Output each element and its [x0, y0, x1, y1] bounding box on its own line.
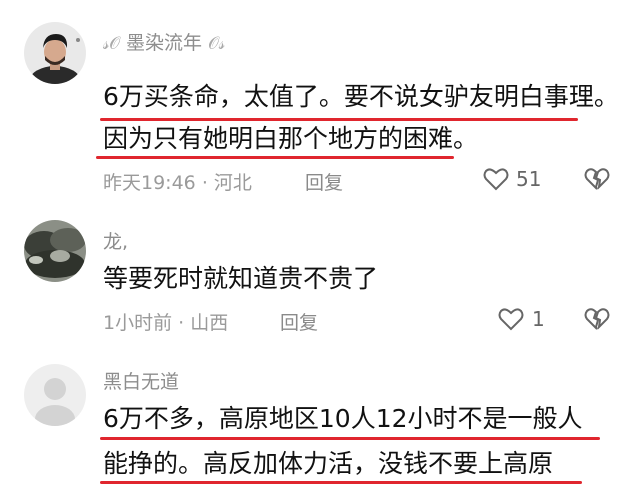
- comment-location: 山西: [190, 312, 229, 334]
- default-user-avatar-icon: [24, 364, 86, 426]
- red-underline: [100, 118, 578, 121]
- avatar[interactable]: [24, 220, 86, 282]
- meta-separator: ·: [201, 172, 208, 194]
- comment-item: 黑白无道 6万不多，高原地区10人12小时不是一般人 能挣的。高反加体力活，没钱…: [0, 353, 640, 495]
- comment-text-line: 能挣的。高反加体力活，没钱不要上高原: [103, 449, 554, 478]
- comment-text-line: 等要死时就知道贵不贵了: [103, 264, 379, 293]
- reply-button[interactable]: 回复: [280, 308, 318, 335]
- comment-time: 1小时前: [103, 312, 173, 334]
- comment-text-line: 6万不多，高原地区10人12小时不是一般人: [103, 404, 583, 433]
- man-portrait-avatar-icon: [24, 22, 86, 84]
- landscape-avatar-icon: [24, 220, 86, 282]
- comment-text-line: 6万买条命，太值了。要不说女驴友明白事理。: [103, 82, 619, 111]
- comment-time: 昨天19:46: [103, 172, 196, 194]
- username-text: 墨染流年: [126, 32, 203, 54]
- red-underline: [96, 156, 454, 159]
- comment-item: 龙, 等要死时就知道贵不贵了 1小时前 · 山西 回复 1: [0, 205, 640, 353]
- comment-location: 河北: [213, 172, 252, 194]
- username[interactable]: 龙,: [103, 227, 128, 254]
- username-decoration: 𝓈𝒪: [103, 34, 120, 54]
- comment-item: 𝓈𝒪 墨染流年 𝒪𝓈 6万买条命，太值了。要不说女驴友明白事理。 因为只有她明白…: [0, 0, 640, 205]
- comment-meta: 1小时前 · 山西: [103, 308, 228, 335]
- heart-like-icon[interactable]: [482, 165, 510, 193]
- username[interactable]: 黑白无道: [103, 367, 179, 394]
- like-count: 51: [516, 167, 542, 191]
- avatar[interactable]: [24, 364, 86, 426]
- broken-heart-dislike-icon[interactable]: [583, 165, 611, 193]
- username-decoration: 𝒪𝓈: [208, 34, 226, 54]
- username[interactable]: 𝓈𝒪 墨染流年 𝒪𝓈: [103, 28, 225, 55]
- reply-button[interactable]: 回复: [305, 168, 343, 195]
- meta-separator: ·: [178, 312, 185, 334]
- comment-meta: 昨天19:46 · 河北: [103, 168, 252, 195]
- heart-like-icon[interactable]: [497, 305, 525, 333]
- comment-text-line: 因为只有她明白那个地方的困难。: [103, 124, 479, 153]
- broken-heart-dislike-icon[interactable]: [583, 305, 611, 333]
- like-count: 1: [532, 307, 545, 331]
- avatar[interactable]: [24, 22, 86, 84]
- red-underline: [100, 481, 582, 484]
- red-underline: [100, 437, 600, 440]
